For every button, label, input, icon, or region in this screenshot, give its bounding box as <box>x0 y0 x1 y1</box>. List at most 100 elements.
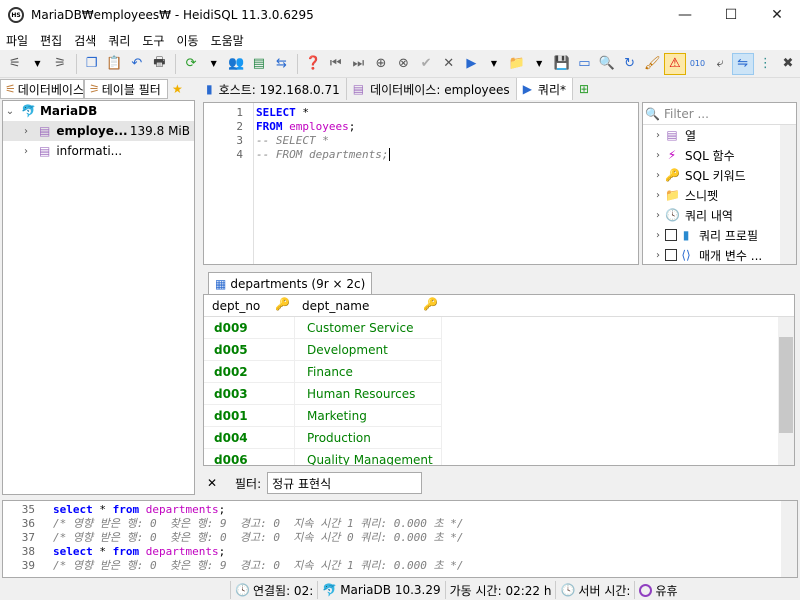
table-row[interactable]: d004 Production <box>204 427 794 449</box>
binary-icon[interactable]: 010 <box>687 53 709 75</box>
refresh-icon[interactable]: ⟳ <box>180 53 202 75</box>
tree-root-mariadb[interactable]: ⌄ 🐬 MariaDB <box>3 101 194 121</box>
cell-dept-no[interactable]: d002 <box>204 361 294 383</box>
cell-dept-no[interactable]: d001 <box>204 405 294 427</box>
chevron-down-icon[interactable]: ⌄ <box>3 106 17 117</box>
column-header-dept-no[interactable]: dept_no 🔑 <box>204 297 294 313</box>
table-row[interactable]: d009 Customer Service <box>204 317 794 339</box>
cell-dept-no[interactable]: d009 <box>204 317 294 339</box>
sql-editor[interactable]: 1234 SELECT * FROM employees; -- SELECT * -… <box>203 102 639 265</box>
cell-dept-name[interactable]: Human Resources <box>294 383 442 405</box>
sql-log[interactable]: 35 36 37 38 39 select * from departments;/* … <box>2 500 798 578</box>
grid-scrollbar-thumb[interactable] <box>779 337 793 433</box>
cell-dept-name[interactable]: Quality Management <box>294 449 442 465</box>
tab-host[interactable]: ▮ 호스트: 192.168.0.71 <box>200 78 347 100</box>
helper-item-sql-keywords[interactable]: › 🔑 SQL 키워드 <box>643 165 796 185</box>
first-record-icon[interactable]: ⏮ <box>325 53 347 75</box>
maximize-button[interactable]: ☐ <box>708 0 754 30</box>
menu-file[interactable]: 파일 <box>0 32 34 49</box>
table-row[interactable]: d003 Human Resources <box>204 383 794 405</box>
tab-databases[interactable]: ⚟ 데이터베이스 <box>0 79 84 99</box>
menu-help[interactable]: 도움말 <box>205 32 250 49</box>
delete-row-icon[interactable]: ⊗ <box>393 53 415 75</box>
result-tab-departments[interactable]: ▦ departments (9r × 2c) <box>208 272 373 294</box>
log-scrollbar[interactable] <box>781 501 797 577</box>
chevron-right-icon[interactable]: › <box>651 130 665 141</box>
copy-icon[interactable]: ❐ <box>81 53 103 75</box>
chevron-right-icon[interactable]: › <box>651 170 665 181</box>
menu-query[interactable]: 쿼리 <box>102 32 136 49</box>
helper-scrollbar[interactable] <box>780 125 796 264</box>
helper-item-snippets[interactable]: › 📁 스니펫 <box>643 185 796 205</box>
chevron-right-icon[interactable]: › <box>651 190 665 201</box>
reformat-icon[interactable]: 🖌 <box>641 53 663 75</box>
tab-table-filter[interactable]: ⚞ 테이블 필터 <box>84 79 168 99</box>
cell-dept-name[interactable]: Marketing <box>294 405 442 427</box>
cell-dept-name[interactable]: Production <box>294 427 442 449</box>
new-query-tab-icon[interactable]: ⊞ <box>573 78 595 100</box>
cell-dept-no[interactable]: d005 <box>204 339 294 361</box>
menu-go[interactable]: 이동 <box>170 32 204 49</box>
cell-dept-name[interactable]: Customer Service <box>294 317 442 339</box>
chevron-right-icon[interactable]: › <box>651 150 665 161</box>
table-row[interactable]: d006 Quality Management <box>204 449 794 465</box>
word-wrap-icon[interactable]: ⤶ <box>709 53 731 75</box>
tab-query[interactable]: ▶ 쿼리* <box>516 78 574 100</box>
close-button[interactable]: ✕ <box>754 0 800 30</box>
save-icon[interactable]: 💾 <box>551 53 573 75</box>
warnings-icon[interactable]: ⚠ <box>664 52 686 75</box>
replace-icon[interactable]: ↻ <box>619 53 641 75</box>
sql-code[interactable]: SELECT * FROM employees; -- SELECT * -- FRO… <box>254 103 391 264</box>
chevron-right-icon[interactable]: › <box>651 250 665 261</box>
print-icon[interactable]: 🖶 <box>149 53 171 75</box>
save-snippet-icon[interactable]: ▭ <box>574 53 596 75</box>
cell-dept-no[interactable]: d004 <box>204 427 294 449</box>
tree-item-employees[interactable]: › ▤ employe... 139.8 MiB <box>3 121 194 141</box>
menu-edit[interactable]: 편집 <box>34 32 68 49</box>
minimize-button[interactable]: — <box>662 0 708 30</box>
post-icon[interactable]: ✔ <box>415 53 437 75</box>
cell-dept-name[interactable]: Finance <box>294 361 442 383</box>
chevron-right-icon[interactable]: › <box>651 230 665 241</box>
find-icon[interactable]: 🔍 <box>596 53 618 75</box>
undo-icon[interactable]: ↶ <box>126 53 148 75</box>
add-row-icon[interactable]: ⊕ <box>370 53 392 75</box>
grid-scrollbar[interactable] <box>778 317 794 465</box>
exit-icon[interactable]: ✖ <box>777 53 799 75</box>
menu-search[interactable]: 검색 <box>68 32 102 49</box>
helper-item-bind-parameters[interactable]: › ⟨⟩ 매개 변수 ... <box>643 245 796 265</box>
helper-item-query-profile[interactable]: › ▮ 쿼리 프로필 <box>643 225 796 245</box>
helper-filter-input[interactable]: 🔍 Filter ... <box>643 103 796 125</box>
cell-dept-no[interactable]: d006 <box>204 449 294 465</box>
helper-item-query-history[interactable]: › 🕓 쿼리 내역 <box>643 205 796 225</box>
table-row[interactable]: d002 Finance <box>204 361 794 383</box>
paste-icon[interactable]: 📋 <box>103 53 125 75</box>
chevron-right-icon[interactable]: › <box>651 210 665 221</box>
table-row[interactable]: d001 Marketing <box>204 405 794 427</box>
tree-item-information-schema[interactable]: › ▤ informati... <box>3 141 194 161</box>
checkbox-icon[interactable] <box>665 249 677 261</box>
more-icon[interactable]: ⋮ <box>755 53 777 75</box>
column-header-dept-name[interactable]: dept_name 🔑 <box>294 297 442 313</box>
chevron-right-icon[interactable]: › <box>19 126 33 137</box>
user-manager-icon[interactable]: 👥 <box>225 53 247 75</box>
last-record-icon[interactable]: ⏭ <box>347 53 369 75</box>
help-icon[interactable]: ❓ <box>302 53 324 75</box>
result-grid[interactable]: dept_no 🔑 dept_name 🔑 d009 Customer Servi… <box>203 294 795 466</box>
dropdown-arrow-icon[interactable]: ▼ <box>483 53 505 75</box>
dropdown-arrow-icon[interactable]: ▼ <box>203 53 225 75</box>
close-filter-icon[interactable]: ✕ <box>207 476 227 490</box>
run-query-icon[interactable]: ▶ <box>461 53 483 75</box>
cell-dept-no[interactable]: d003 <box>204 383 294 405</box>
disconnect-icon[interactable]: ⚞ <box>49 53 71 75</box>
dropdown-arrow-icon[interactable]: ▼ <box>528 53 550 75</box>
chevron-right-icon[interactable]: › <box>19 146 33 157</box>
tab-database[interactable]: ▤ 데이터베이스: employees <box>347 78 517 100</box>
cell-dept-name[interactable]: Development <box>294 339 442 361</box>
helper-item-sql-functions[interactable]: › ⚡ SQL 함수 <box>643 145 796 165</box>
sync-icon[interactable]: ⇆ <box>271 53 293 75</box>
export-icon[interactable]: ▤ <box>248 53 270 75</box>
table-row[interactable]: d005 Development <box>204 339 794 361</box>
auto-refresh-icon[interactable]: ⇋ <box>731 52 754 75</box>
filter-input[interactable]: 정규 표현식 <box>267 472 423 494</box>
